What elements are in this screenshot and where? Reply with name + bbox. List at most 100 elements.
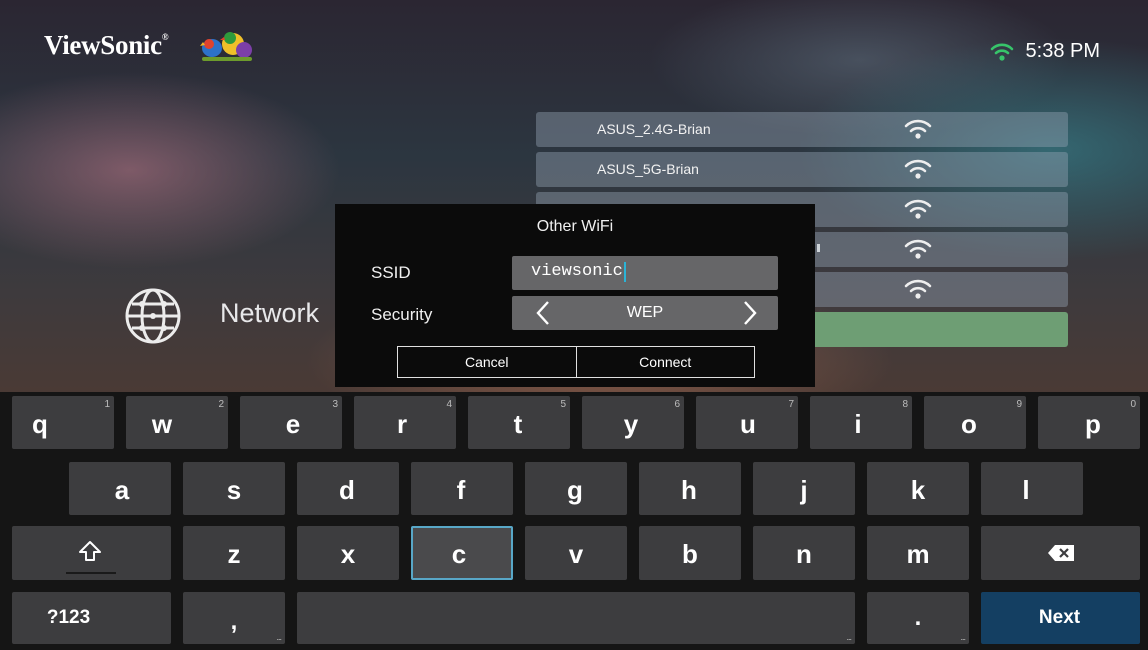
key-s[interactable]: s — [183, 462, 285, 515]
key-char: r — [396, 409, 408, 439]
key-e[interactable]: e3 — [240, 396, 342, 449]
ssid-input[interactable]: viewsonic — [512, 256, 778, 290]
key-b[interactable]: b — [639, 526, 741, 580]
next-button[interactable]: Next — [981, 592, 1140, 644]
ssid-input-value: viewsonic — [531, 262, 626, 282]
clock: 5:38 PM — [1025, 40, 1100, 62]
key-char: z — [227, 539, 241, 569]
key-char: m — [906, 539, 930, 569]
globe-icon — [125, 288, 181, 344]
key-alt-number: 6 — [674, 399, 680, 410]
key-t[interactable]: t5 — [468, 396, 570, 449]
ssid-fragment — [817, 244, 820, 252]
dialog-title: Other WiFi — [536, 218, 614, 235]
key-i[interactable]: i8 — [810, 396, 912, 449]
key-n[interactable]: n — [753, 526, 855, 580]
security-selector[interactable]: WEP — [512, 296, 778, 330]
more-dots: ... — [960, 632, 965, 642]
cancel-button[interactable]: Cancel — [398, 347, 577, 377]
key-f[interactable]: f — [411, 462, 513, 515]
brand-logo: ViewSonic® — [44, 30, 169, 61]
key-alt-number: 8 — [902, 399, 908, 410]
key-alt-number: 5 — [560, 399, 566, 410]
key-char: h — [681, 475, 697, 505]
key-m[interactable]: m — [867, 526, 969, 580]
key-char: y — [623, 409, 639, 439]
key-char: . — [914, 604, 922, 631]
key-alt-number: 9 — [1016, 399, 1022, 410]
security-label: Security — [371, 305, 433, 324]
key-char: w — [151, 409, 173, 439]
wifi-icon — [990, 43, 1013, 61]
birds-logo-icon — [200, 32, 252, 61]
key-char: e — [285, 409, 301, 439]
wifi-network-item[interactable]: ASUS_5G-Brian — [536, 152, 1068, 187]
wifi-network-item[interactable]: ASUS_2.4G-Brian — [536, 112, 1068, 147]
chevron-right-icon[interactable] — [741, 299, 759, 327]
key-char: l — [1022, 475, 1030, 505]
key-char: o — [961, 409, 977, 439]
key-char: k — [910, 475, 926, 505]
key-alt-number: 3 — [332, 399, 338, 410]
on-screen-keyboard: q1 w2 e3 r4 t5 y6 u7 i8 o9 p0 a s d f g … — [0, 392, 1148, 650]
key-char: t — [513, 409, 523, 439]
wifi-signal-icon — [904, 199, 932, 219]
wifi-signal-icon — [904, 279, 932, 299]
key-a[interactable]: a — [69, 462, 171, 515]
key-k[interactable]: k — [867, 462, 969, 515]
key-y[interactable]: y6 — [582, 396, 684, 449]
key-alt-number: 0 — [1130, 399, 1136, 410]
key-h[interactable]: h — [639, 462, 741, 515]
more-dots: ... — [276, 632, 281, 642]
other-wifi-dialog: Other WiFi SSID viewsonic Security WEP C… — [335, 204, 815, 387]
key-z[interactable]: z — [183, 526, 285, 580]
brand-registered-mark: ® — [161, 32, 169, 42]
security-value: WEP — [626, 304, 664, 321]
dialog-buttons: Cancel Connect — [397, 346, 755, 378]
key-char: u — [740, 409, 756, 439]
key-l[interactable]: l — [981, 462, 1083, 515]
wifi-ssid: ASUS_2.4G-Brian — [597, 121, 711, 137]
key-char: v — [568, 539, 584, 569]
connect-button[interactable]: Connect — [577, 347, 755, 377]
key-char: f — [456, 475, 466, 505]
shift-key[interactable] — [12, 526, 171, 580]
key-char: q — [32, 409, 48, 439]
key-char: g — [567, 475, 583, 505]
comma-key[interactable]: ,... — [183, 592, 285, 644]
key-char: , — [230, 608, 238, 635]
key-char: a — [114, 475, 130, 505]
more-dots: ... — [846, 632, 851, 642]
wifi-signal-icon — [904, 159, 932, 179]
key-v[interactable]: v — [525, 526, 627, 580]
key-c[interactable]: c — [411, 526, 513, 580]
shift-icon — [79, 541, 101, 561]
key-p[interactable]: p0 — [1038, 396, 1140, 449]
period-key[interactable]: .... — [867, 592, 969, 644]
space-key[interactable]: ... — [297, 592, 855, 644]
key-alt-number: 1 — [104, 399, 110, 410]
network-menu-label[interactable]: Network — [220, 298, 319, 329]
symbols-key[interactable]: ?123 — [12, 592, 171, 644]
shift-indicator — [66, 572, 116, 574]
key-char: n — [796, 539, 812, 569]
key-alt-number: 2 — [218, 399, 224, 410]
key-u[interactable]: u7 — [696, 396, 798, 449]
key-q[interactable]: q1 — [12, 396, 114, 449]
key-d[interactable]: d — [297, 462, 399, 515]
key-char: b — [682, 539, 698, 569]
wifi-ssid: ASUS_5G-Brian — [597, 161, 699, 177]
key-j[interactable]: j — [753, 462, 855, 515]
key-r[interactable]: r4 — [354, 396, 456, 449]
backspace-key[interactable] — [981, 526, 1140, 580]
key-x[interactable]: x — [297, 526, 399, 580]
key-label: ?123 — [46, 607, 91, 628]
key-w[interactable]: w2 — [126, 396, 228, 449]
key-char: d — [339, 475, 355, 505]
ssid-label: SSID — [371, 263, 411, 282]
key-o[interactable]: o9 — [924, 396, 1026, 449]
key-char: s — [226, 475, 242, 505]
key-g[interactable]: g — [525, 462, 627, 515]
brand-name: ViewSonic — [44, 30, 162, 60]
key-char: i — [854, 409, 862, 439]
